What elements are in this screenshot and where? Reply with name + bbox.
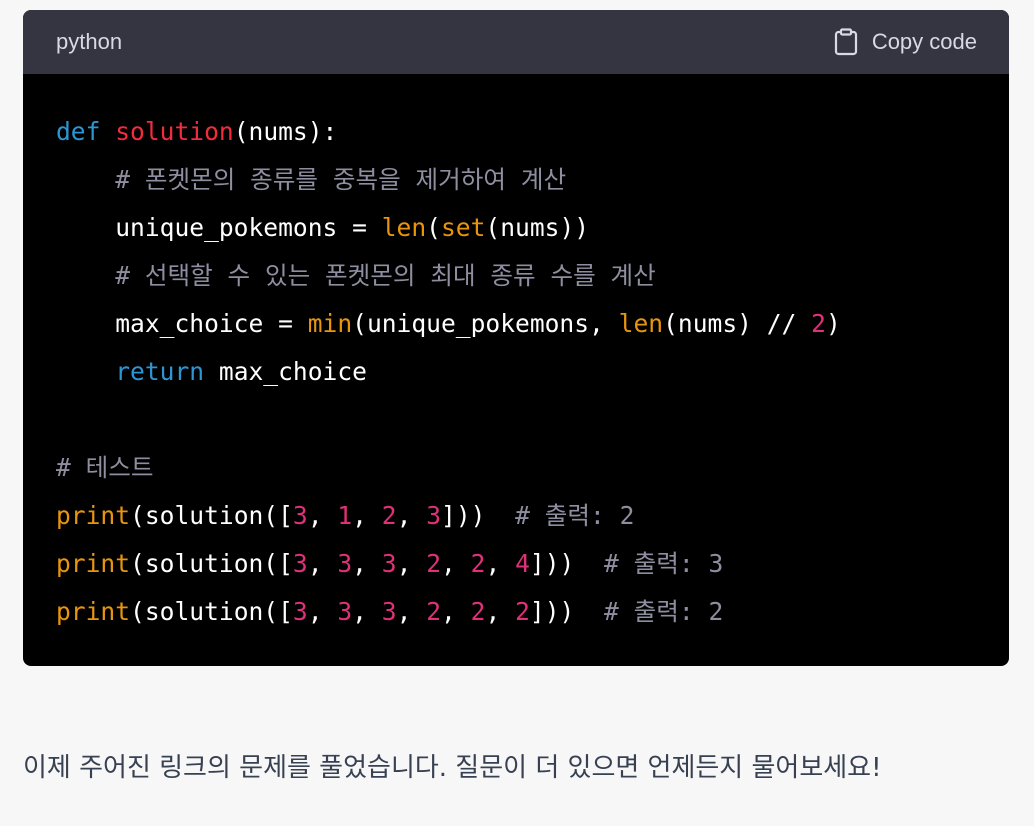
code-line: return max_choice [56, 348, 976, 396]
code-token: (nums): [233, 117, 338, 146]
code-token: (unique_pokemons, [352, 309, 619, 338]
code-token: 2 [381, 501, 397, 530]
code-token: min [307, 309, 353, 338]
code-token: # 테스트 [56, 453, 154, 482]
code-token: , [352, 501, 382, 530]
code-token: 1 [337, 501, 353, 530]
code-token: , [307, 549, 338, 578]
code-token: 2 [426, 549, 442, 578]
code-token: def [56, 117, 101, 146]
code-token: ])) [441, 501, 516, 530]
code-token: (solution([ [130, 549, 293, 578]
code-token: 3 [337, 597, 353, 626]
code-token: return [115, 357, 205, 386]
code-token: (solution([ [130, 501, 293, 530]
code-token: ( [426, 213, 441, 242]
code-token: (nums)) [485, 213, 590, 242]
code-token: , [352, 597, 382, 626]
code-token: (solution([ [130, 597, 293, 626]
code-token: , [352, 549, 382, 578]
code-token: (nums) // [663, 309, 812, 338]
code-line: # 선택할 수 있는 폰켓몬의 최대 종류 수를 계산 [56, 252, 976, 300]
code-token: # 출력: 3 [603, 549, 724, 578]
code-token: ) [825, 309, 841, 338]
code-line: print(solution([3, 3, 3, 2, 2, 2])) # 출력… [56, 588, 976, 636]
code-token: len [381, 213, 427, 242]
clipboard-icon [834, 28, 858, 56]
code-token: , [441, 597, 471, 626]
code-token: 3 [381, 549, 397, 578]
code-line: # 폰켓몬의 종류를 중복을 제거하여 계산 [56, 156, 976, 204]
code-block: python Copy code def solution(nums): # 폰… [23, 10, 1009, 666]
code-token: 2 [811, 309, 826, 338]
code-token: set [440, 213, 486, 242]
code-token: , [396, 549, 427, 578]
code-line: max_choice = min(unique_pokemons, len(nu… [56, 300, 976, 348]
code-token: unique_pokemons = [56, 213, 382, 242]
code-token: max_choice [204, 357, 367, 386]
code-token: 2 [470, 597, 486, 626]
code-line: def solution(nums): [56, 108, 976, 156]
code-header: python Copy code [23, 10, 1009, 74]
code-token: solution [115, 117, 234, 146]
code-line: # 테스트 [56, 444, 976, 492]
code-token: ])) [529, 549, 604, 578]
code-line: print(solution([3, 1, 2, 3])) # 출력: 2 [56, 492, 976, 540]
code-token: max_choice = [56, 309, 308, 338]
copy-code-button[interactable]: Copy code [834, 28, 977, 56]
code-token: ])) [529, 597, 604, 626]
code-token: , [307, 501, 338, 530]
code-token: print [56, 549, 131, 578]
code-token: 2 [470, 549, 486, 578]
code-token: 4 [515, 549, 530, 578]
code-token: # 출력: 2 [603, 597, 724, 626]
code-body: def solution(nums): # 폰켓몬의 종류를 중복을 제거하여 … [23, 108, 1009, 636]
language-label: python [56, 29, 123, 54]
code-token: # 선택할 수 있는 폰켓몬의 최대 종류 수를 계산 [115, 261, 656, 290]
code-token: 2 [515, 597, 530, 626]
code-token: len [618, 309, 664, 338]
code-token: 3 [292, 501, 308, 530]
code-line: print(solution([3, 3, 3, 2, 2, 4])) # 출력… [56, 540, 976, 588]
code-token: # 폰켓몬의 종류를 중복을 제거하여 계산 [115, 165, 567, 194]
code-token: , [485, 549, 516, 578]
code-token: 3 [292, 549, 308, 578]
code-token: , [396, 501, 427, 530]
code-token: , [307, 597, 338, 626]
copy-code-label: Copy code [871, 29, 977, 54]
code-token: print [56, 597, 131, 626]
code-token: 2 [426, 597, 442, 626]
code-token: # 출력: 2 [515, 501, 635, 530]
code-line: unique_pokemons = len(set(nums)) [56, 204, 976, 252]
code-token: 3 [426, 501, 442, 530]
code-token: , [396, 597, 427, 626]
code-token: 3 [337, 549, 353, 578]
code-line: ​ [56, 396, 976, 444]
code-token: print [56, 501, 131, 530]
code-token: 3 [292, 597, 308, 626]
assistant-message: 이제 주어진 링크의 문제를 풀었습니다. 질문이 더 있으면 언제든지 물어보… [23, 753, 882, 783]
code-token: 3 [381, 597, 397, 626]
code-token: , [441, 549, 471, 578]
code-token: , [485, 597, 516, 626]
